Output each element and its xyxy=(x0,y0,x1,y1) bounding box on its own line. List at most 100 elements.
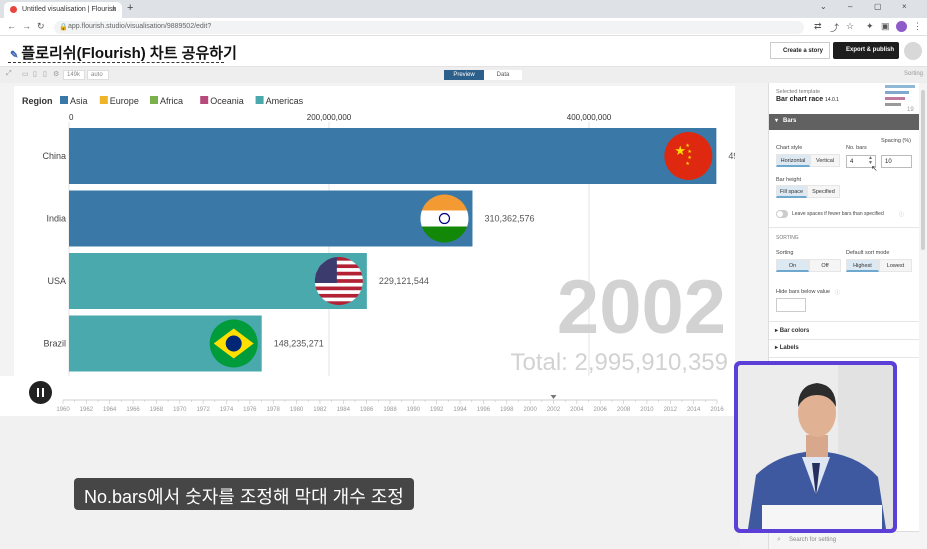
tab-search-icon[interactable]: ⌄ xyxy=(820,2,827,11)
new-tab-icon[interactable]: + xyxy=(127,2,133,14)
tab-data[interactable]: Data xyxy=(484,70,522,80)
expand-icon[interactable]: ⤢ xyxy=(6,70,12,78)
template-thumbnail[interactable]: 19 xyxy=(881,83,917,113)
back-icon[interactable]: ← xyxy=(7,21,16,31)
timeline-year-label: 2010 xyxy=(640,407,654,413)
url-field[interactable]: 🔒 app.flourish.studio/visualisation/9889… xyxy=(54,21,804,34)
timeline-year-label: 1984 xyxy=(337,407,351,413)
tab-preview-label: Preview xyxy=(453,72,475,78)
sorting-on-button[interactable]: On xyxy=(776,259,809,272)
bar-height-specified-button[interactable]: Specified xyxy=(807,185,840,198)
spacing-label: Spacing (%) xyxy=(881,138,911,144)
webcam-overlay xyxy=(734,361,897,533)
tab-close-icon[interactable]: × xyxy=(111,5,116,14)
mobile-view-icon[interactable]: ▯ xyxy=(43,70,47,78)
sidebar-scroll-thumb[interactable] xyxy=(921,90,925,250)
pause-button[interactable] xyxy=(29,381,52,404)
tab-preview[interactable]: Preview xyxy=(444,70,484,80)
bar-chart-race: Region Asia Europe Africa Oceania Americas 0 20… xyxy=(22,96,735,376)
timeline-year-label: 1966 xyxy=(126,407,140,413)
hide-bars-info-icon[interactable]: ⓘ xyxy=(835,289,840,296)
profile-avatar-icon[interactable] xyxy=(896,21,907,32)
timeline-panel: 1960 1962 1964 1966 1968 1970 1972 1974 1976 1978… xyxy=(0,376,740,416)
timeline-year-label: 1998 xyxy=(500,407,514,413)
usa-flag-stripe xyxy=(314,293,363,298)
chart-style-label: Chart style xyxy=(776,145,803,151)
desktop-view-icon[interactable]: ▭ xyxy=(22,70,29,78)
page-title-text: 플로리쉬(Flourish) 차트 공유하기 xyxy=(21,45,237,62)
bar-value-label: 148,235,271 xyxy=(274,339,324,349)
x-tick-label: 400,000,000 xyxy=(567,113,612,122)
legend-swatch xyxy=(200,96,209,104)
setting-search-placeholder: Search for setting xyxy=(789,537,837,543)
current-year-label: 2002 xyxy=(557,265,726,350)
legend-swatch xyxy=(255,96,264,104)
flag-star-icon: ★ xyxy=(685,161,690,167)
user-avatar[interactable] xyxy=(904,42,922,60)
info-icon[interactable]: ⓘ xyxy=(899,211,904,218)
legend-item: Africa xyxy=(160,96,183,106)
tab-data-label: Data xyxy=(496,72,510,78)
window-close-icon[interactable]: × xyxy=(902,2,907,11)
timeline-axis[interactable]: 1960 1962 1964 1966 1968 1970 1972 1974 1976 1978… xyxy=(0,376,740,416)
bar-value-label: 310,362,576 xyxy=(484,214,534,224)
legend-swatch xyxy=(99,96,108,104)
timeline-year-label: 1982 xyxy=(313,407,327,413)
timeline-year-label: 1980 xyxy=(290,407,304,413)
chart-style-vertical-button[interactable]: Vertical xyxy=(810,154,840,167)
bookmark-star-icon[interactable]: ☆ xyxy=(846,21,854,32)
export-publish-label: Export & publish xyxy=(846,47,894,53)
setting-search-field[interactable]: ⌕ Search for setting xyxy=(769,531,920,549)
timeline-year-label: 1960 xyxy=(56,407,70,413)
export-publish-button[interactable]: Export & publish xyxy=(833,42,899,59)
timeline-year-label: 1968 xyxy=(150,407,164,413)
browser-tab[interactable]: Untitled visualisation | Flourish × xyxy=(4,2,122,18)
bar-height-fill-button[interactable]: Fill space xyxy=(776,185,807,198)
create-story-button[interactable]: Create a story xyxy=(770,42,830,59)
share-icon[interactable]: ⤴ xyxy=(830,21,839,34)
timeline-year-label: 1964 xyxy=(103,407,117,413)
hide-bars-input[interactable] xyxy=(776,298,806,312)
browser-menu-icon[interactable]: ⋮ xyxy=(913,21,922,32)
bars-section-header[interactable]: Bars xyxy=(769,114,920,130)
browser-tab-bar: Untitled visualisation | Flourish × + ⌄ … xyxy=(0,0,927,18)
legend-item: Oceania xyxy=(210,96,244,106)
divider xyxy=(769,321,920,322)
screen: Untitled visualisation | Flourish × + ⌄ … xyxy=(0,0,927,549)
bar-value-label: 497,958,831 xyxy=(728,151,735,161)
pin-icon: ✎ xyxy=(10,50,19,61)
mouse-cursor-icon: ↖ xyxy=(871,164,878,173)
minimize-icon[interactable]: – xyxy=(848,2,852,11)
timeline-year-label: 1962 xyxy=(80,407,94,413)
sort-lowest-button[interactable]: Lowest xyxy=(879,259,912,272)
chart-style-horizontal-button[interactable]: Horizontal xyxy=(776,154,810,167)
leave-spaces-toggle[interactable] xyxy=(776,210,788,218)
extensions-icon[interactable]: ✦ xyxy=(866,21,874,32)
forward-icon[interactable]: → xyxy=(22,21,31,31)
template-name-text: Bar chart race xyxy=(776,96,824,103)
tablet-view-icon[interactable]: ▯ xyxy=(33,70,37,78)
legend-title: Region xyxy=(22,96,53,106)
spacing-input[interactable]: 10 xyxy=(881,155,912,168)
bar-value-label: 229,121,544 xyxy=(379,276,429,286)
settings-gear-icon[interactable]: ⚙ xyxy=(53,70,59,78)
preview-height-field[interactable]: auto xyxy=(87,70,109,80)
preview-width-field[interactable]: 149k xyxy=(63,70,85,80)
timeline-year-label: 1970 xyxy=(173,407,187,413)
sort-highest-button[interactable]: Highest xyxy=(846,259,879,272)
reload-icon[interactable]: ↻ xyxy=(37,21,45,32)
sidepanel-icon[interactable]: ▣ xyxy=(881,21,890,32)
svg-text:19: 19 xyxy=(907,107,914,113)
labels-section-label: Labels xyxy=(779,345,799,351)
horizontal-label: Horizontal xyxy=(780,158,806,164)
template-name[interactable]: Bar chart race 14.0.1 xyxy=(776,96,839,103)
bar-colors-section[interactable]: Bar colors xyxy=(775,327,810,334)
leave-spaces-label: Leave spaces if fewer bars than specifie… xyxy=(792,211,884,217)
labels-section[interactable]: Labels xyxy=(775,344,799,351)
timeline-year-label: 1992 xyxy=(430,407,444,413)
legend-item: Asia xyxy=(70,96,88,106)
timeline-year-label: 2016 xyxy=(710,407,724,413)
translate-icon[interactable]: ⇄ xyxy=(814,21,822,32)
sorting-off-button[interactable]: Off xyxy=(809,259,841,272)
maximize-icon[interactable]: ▢ xyxy=(874,2,882,11)
